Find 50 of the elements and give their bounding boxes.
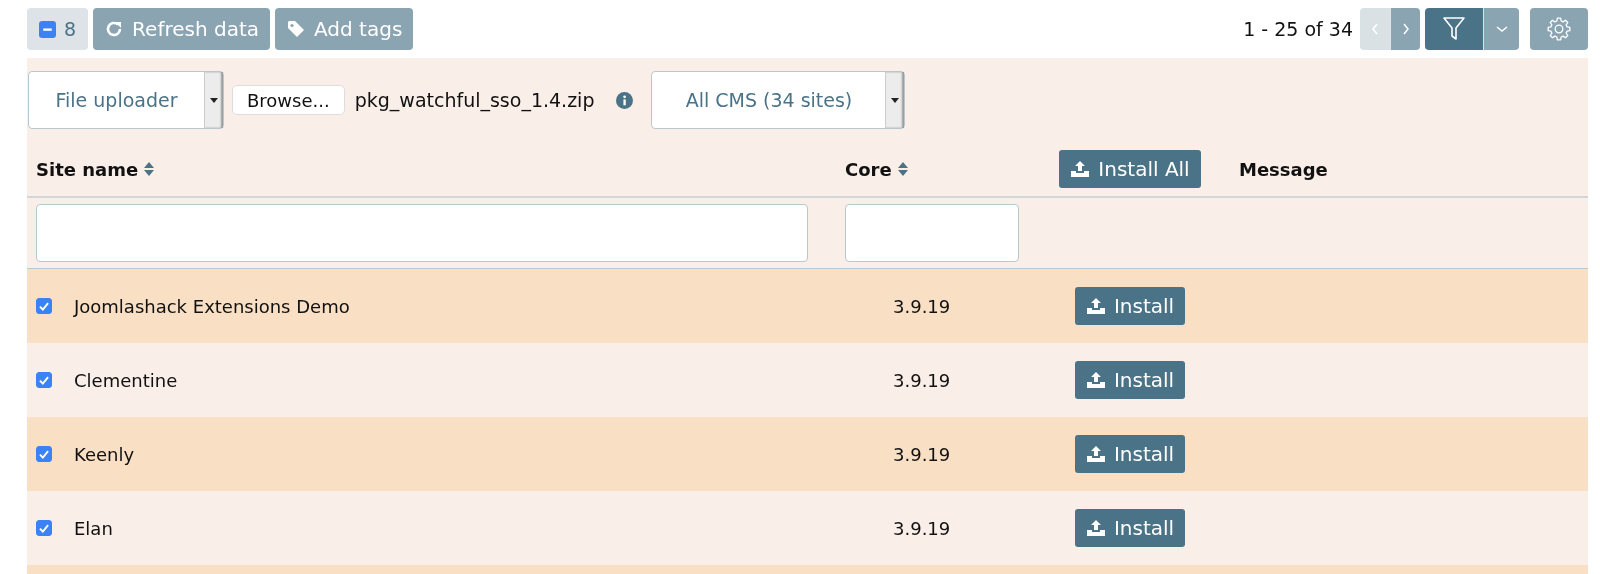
file-name: pkg_watchful_sso_1.4.zip bbox=[354, 89, 595, 111]
column-header[interactable]: Site name bbox=[36, 158, 139, 180]
row-checkbox[interactable] bbox=[36, 520, 52, 536]
cms-filter-select[interactable]: All CMS (34 sites) bbox=[651, 71, 906, 129]
install-button[interactable]: Install bbox=[1074, 287, 1186, 325]
caret-icon bbox=[891, 97, 900, 103]
settings-icon bbox=[1546, 16, 1572, 42]
add-tags-button[interactable]: Add tags bbox=[275, 8, 414, 50]
filter-icon bbox=[1442, 16, 1466, 42]
install-button[interactable]: Install bbox=[1074, 435, 1186, 473]
site-name-filter-field[interactable] bbox=[36, 204, 808, 262]
site-name: Clementine bbox=[74, 369, 178, 391]
upload-icon bbox=[1070, 160, 1091, 178]
core-filter-field[interactable] bbox=[845, 204, 1019, 262]
site-name: Keenly bbox=[74, 443, 135, 465]
filter-button[interactable] bbox=[1425, 8, 1483, 50]
refresh-button[interactable]: Refresh data bbox=[93, 8, 271, 50]
source-select[interactable]: File uploader bbox=[28, 71, 224, 129]
info-icon[interactable] bbox=[616, 91, 634, 109]
chevron-right-icon bbox=[1400, 21, 1411, 37]
row-checkbox[interactable] bbox=[36, 446, 52, 462]
core-version: 3.9.19 bbox=[893, 443, 951, 465]
browse-button[interactable]: Browse... bbox=[232, 85, 345, 115]
settings-button[interactable] bbox=[1530, 8, 1588, 50]
row-checkbox[interactable] bbox=[36, 298, 52, 314]
tag-icon bbox=[286, 19, 307, 39]
site-name: Elan bbox=[74, 517, 113, 539]
minus-checkbox-icon bbox=[39, 20, 56, 38]
core-version: 3.9.19 bbox=[893, 369, 951, 391]
site-name: Joomlashack Extensions Demo bbox=[74, 295, 350, 317]
pagination-text: 1 - 25 of 34 bbox=[1243, 18, 1353, 40]
upload-icon bbox=[1085, 445, 1106, 463]
column-header[interactable]: Core bbox=[845, 158, 892, 180]
core-version: 3.9.19 bbox=[893, 295, 951, 317]
upload-icon bbox=[1085, 519, 1106, 537]
install-button[interactable]: Install bbox=[1074, 509, 1186, 547]
chevron-left-icon bbox=[1370, 21, 1380, 37]
next-page-button[interactable] bbox=[1390, 8, 1420, 50]
install-button[interactable]: Install bbox=[1074, 361, 1186, 399]
install-all-button[interactable]: Install All bbox=[1059, 150, 1201, 188]
selection-count-button[interactable]: 8 bbox=[27, 8, 89, 50]
caret-icon bbox=[210, 97, 218, 103]
filter-dropdown-button[interactable] bbox=[1483, 8, 1519, 50]
sort-icon[interactable] bbox=[897, 162, 908, 176]
upload-icon bbox=[1085, 297, 1106, 315]
column-header: Message bbox=[1239, 158, 1328, 180]
upload-icon bbox=[1085, 371, 1106, 389]
sort-icon[interactable] bbox=[144, 162, 155, 176]
core-version: 3.9.19 bbox=[893, 517, 951, 539]
row-checkbox[interactable] bbox=[36, 372, 52, 388]
